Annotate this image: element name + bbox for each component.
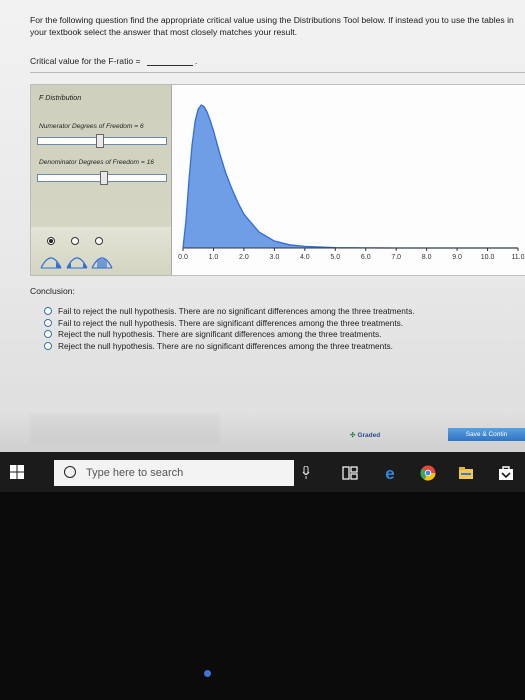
tail-option-three-radio[interactable] xyxy=(95,237,103,245)
taskbar-search-placeholder: Type here to search xyxy=(86,467,184,479)
x-tick-label: 9.0 xyxy=(452,254,462,261)
option-radio[interactable] xyxy=(44,330,52,338)
critical-value-row: Critical value for the F-ratio = . xyxy=(30,56,197,66)
center-area-icon xyxy=(91,257,113,269)
svg-text:e: e xyxy=(385,465,394,481)
windows-start-icon[interactable] xyxy=(10,465,24,479)
conclusion-title: Conclusion: xyxy=(30,286,75,296)
x-tick-label: 10.0 xyxy=(481,254,495,261)
store-app-icon[interactable] xyxy=(498,465,514,481)
option-radio[interactable] xyxy=(44,341,52,350)
denominator-df-slider[interactable] xyxy=(37,171,167,185)
question-page: For the following question find the appr… xyxy=(0,0,525,452)
edge-browser-icon[interactable]: e xyxy=(382,465,398,481)
critical-value-label: Critical value for the F-ratio = xyxy=(30,56,141,66)
file-explorer-icon[interactable] xyxy=(458,465,474,481)
conclusion-options: Fail to reject the null hypothesis. Ther… xyxy=(44,306,524,352)
tool-control-panel: F Distribution Numerator Degrees of Free… xyxy=(31,85,172,275)
x-tick-label: 2.0 xyxy=(239,254,249,261)
x-tick-label: 7.0 xyxy=(391,254,401,261)
option-text: Reject the null hypothesis. There are no… xyxy=(58,340,393,351)
task-view-icon[interactable] xyxy=(342,465,358,481)
microphone-icon[interactable] xyxy=(302,466,310,480)
distributions-tool: F Distribution Numerator Degrees of Free… xyxy=(30,84,525,276)
x-tick-label: 1.0 xyxy=(209,254,219,261)
taskbar-search-box[interactable]: Type here to search xyxy=(54,460,294,486)
tail-options-area xyxy=(31,227,171,275)
option-radio[interactable] xyxy=(44,318,52,327)
option-text: Fail to reject the null hypothesis. Ther… xyxy=(58,306,415,316)
conclusion-option[interactable]: Reject the null hypothesis. There are si… xyxy=(44,329,524,341)
denominator-slider-thumb[interactable] xyxy=(100,171,108,185)
numerator-slider-thumb[interactable] xyxy=(96,134,104,148)
distribution-title: F Distribution xyxy=(39,93,82,102)
x-tick-label: 8.0 xyxy=(422,254,432,261)
x-tick-label: 5.0 xyxy=(330,254,340,261)
windows-taskbar: Type here to search e xyxy=(0,452,525,492)
option-radio[interactable] xyxy=(44,307,52,315)
camera-indicator-light xyxy=(204,670,211,677)
save-continue-button[interactable]: Save & Contin xyxy=(448,428,525,441)
divider xyxy=(30,72,525,73)
x-tick-label: 11.0 xyxy=(511,254,524,261)
graded-icon: ✣ xyxy=(350,432,356,439)
right-tail-icon xyxy=(40,257,62,269)
tail-option-two-radio[interactable] xyxy=(71,237,79,245)
x-tick-label: 4.0 xyxy=(300,254,310,261)
tail-option-one-radio[interactable] xyxy=(47,237,55,245)
option-text: Fail to reject the null hypothesis. Ther… xyxy=(58,317,404,328)
x-tick-label: 3.0 xyxy=(269,254,279,261)
numerator-df-label: Numerator Degrees of Freedom = 6 xyxy=(39,123,144,130)
graded-label: Graded xyxy=(357,432,381,439)
f-distribution-chart: 0.0 1.0 2.0 3.0 4.0 5.0 6.0 7.0 8.0 9.0 10.0 11.0 xyxy=(178,104,525,261)
density-area xyxy=(183,105,518,248)
search-circle-icon xyxy=(64,466,76,478)
x-tick-label: 6.0 xyxy=(361,254,371,261)
question-instructions: For the following question find the appr… xyxy=(30,15,514,37)
x-tick-label: 0.0 xyxy=(178,254,188,261)
two-tail-icon xyxy=(66,257,88,269)
critical-value-input[interactable] xyxy=(146,56,193,66)
graded-indicator: ✣ Graded xyxy=(350,431,380,439)
monitor-screen: For the following question find the appr… xyxy=(0,0,525,492)
assignment-footer xyxy=(0,408,525,452)
conclusion-option[interactable]: Fail to reject the null hypothesis. Ther… xyxy=(44,306,524,318)
chrome-browser-icon[interactable] xyxy=(420,465,436,481)
conclusion-option[interactable]: Reject the null hypothesis. There are no… xyxy=(44,341,524,353)
denominator-df-label: Denominator Degrees of Freedom = 16 xyxy=(39,159,154,166)
blurred-copyright-text xyxy=(30,414,220,444)
option-text: Reject the null hypothesis. There are si… xyxy=(58,329,382,339)
conclusion-option[interactable]: Fail to reject the null hypothesis. Ther… xyxy=(44,318,524,330)
numerator-df-slider[interactable] xyxy=(37,134,167,148)
critical-value-suffix: . xyxy=(194,56,198,66)
